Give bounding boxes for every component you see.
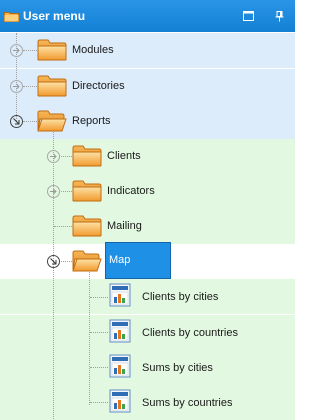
tree-connector — [89, 269, 90, 405]
tree-connector — [23, 121, 37, 122]
collapse-icon[interactable] — [47, 255, 60, 268]
tree-connector — [90, 332, 108, 333]
tree-connector — [90, 367, 108, 368]
tree-item-label: Mailing — [107, 220, 142, 232]
report-icon — [109, 283, 131, 307]
tree-item-label: Indicators — [107, 185, 155, 197]
expand-icon[interactable] — [10, 44, 23, 57]
panel-title: User menu — [23, 9, 86, 23]
tree-item-label: Reports — [72, 115, 111, 127]
tree-connector — [90, 402, 108, 403]
tree-connector — [54, 226, 72, 227]
report-icon — [109, 389, 131, 413]
tree-connector — [59, 191, 72, 192]
tree-item-label: Clients by countries — [142, 327, 238, 339]
tree-connector — [23, 86, 37, 87]
folder-icon — [72, 145, 102, 167]
expand-icon[interactable] — [47, 150, 60, 163]
folder-icon — [4, 12, 19, 22]
folder-open-icon — [72, 250, 102, 272]
tree-item-label: Clients — [107, 150, 141, 162]
expand-icon[interactable] — [10, 80, 23, 93]
tree-item-label: Sums by countries — [142, 397, 233, 409]
tree-connector — [90, 297, 108, 298]
tree-item-label: Modules — [72, 44, 114, 56]
tree-connector — [23, 50, 37, 51]
tree-item-label-selected: Map — [105, 242, 172, 279]
tree-connector — [53, 129, 54, 419]
folder-icon — [72, 215, 102, 237]
folder-open-icon — [37, 110, 67, 132]
folder-icon — [37, 75, 67, 97]
window-restore-icon[interactable] — [241, 9, 255, 23]
tree-connector — [59, 156, 72, 157]
report-icon — [109, 354, 131, 378]
tree-item-label: Sums by cities — [142, 362, 213, 374]
tree-item-label: Clients by cities — [142, 291, 219, 303]
collapse-icon[interactable] — [10, 115, 23, 128]
folder-icon — [37, 39, 67, 61]
pin-icon[interactable] — [272, 9, 286, 23]
menu-tree: Modules Directories Reports Clients Indi… — [0, 33, 295, 420]
tree-item-label: Directories — [72, 80, 125, 92]
tree-connector — [59, 261, 72, 262]
expand-icon[interactable] — [47, 185, 60, 198]
folder-icon — [72, 180, 102, 202]
user-menu-header: User menu — [0, 0, 295, 32]
tree-item-clients[interactable] — [0, 139, 295, 174]
tree-item-mailing[interactable] — [0, 209, 295, 244]
report-icon — [109, 319, 131, 343]
